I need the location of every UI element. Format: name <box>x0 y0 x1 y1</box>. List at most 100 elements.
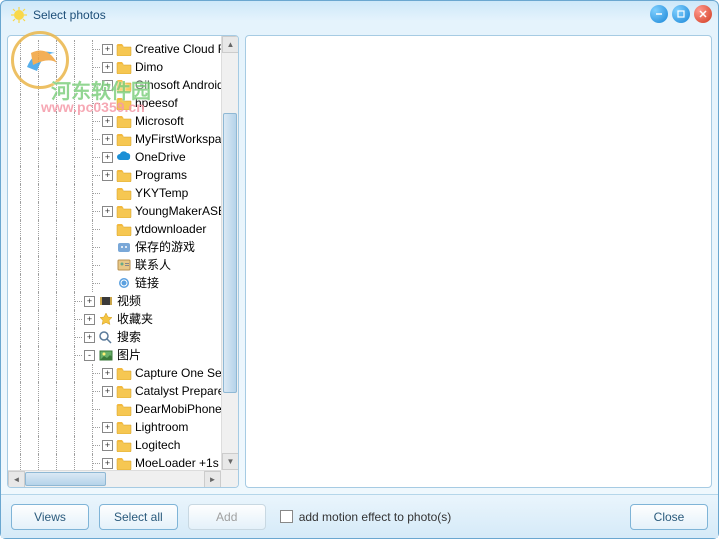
collapse-icon[interactable]: - <box>84 350 95 361</box>
expand-icon[interactable]: + <box>102 116 113 127</box>
folder-icon <box>116 420 132 434</box>
tree-item-label: DearMobiPhone <box>135 400 222 418</box>
tree-item[interactable]: 联系人 <box>12 256 238 274</box>
folder-icon <box>116 132 132 146</box>
tree-item[interactable]: hpeesof <box>12 94 238 112</box>
tree-item-label: 视频 <box>117 292 141 310</box>
contacts-icon <box>116 258 132 272</box>
tree-item-label: Catalyst Prepare <box>135 382 224 400</box>
folder-tree: +Creative Cloud Files+Dimo+Gihosoft Andr… <box>8 36 238 487</box>
scroll-right-button[interactable]: ► <box>204 471 221 488</box>
pictures-icon <box>98 348 114 362</box>
tree-item-label: Programs <box>135 166 187 184</box>
tree-item[interactable]: 链接 <box>12 274 238 292</box>
expand-icon[interactable]: + <box>102 422 113 433</box>
folder-icon <box>116 438 132 452</box>
app-icon <box>11 7 27 23</box>
tree-item-label: 保存的游戏 <box>135 238 195 256</box>
tree-item[interactable]: +Gihosoft Android Photo <box>12 76 238 94</box>
window-controls <box>650 5 712 23</box>
add-button[interactable]: Add <box>188 504 266 530</box>
tree-item[interactable]: +Capture One Se <box>12 364 238 382</box>
expand-icon[interactable]: + <box>84 296 95 307</box>
links-icon <box>116 276 132 290</box>
tree-item-label: hpeesof <box>135 94 178 112</box>
expand-icon[interactable]: + <box>102 206 113 217</box>
titlebar: Select photos <box>1 1 718 29</box>
maximize-button[interactable] <box>672 5 690 23</box>
tree-item[interactable]: +收藏夹 <box>12 310 238 328</box>
folder-icon <box>116 204 132 218</box>
favorites-icon <box>98 312 114 326</box>
views-button[interactable]: Views <box>11 504 89 530</box>
tree-item[interactable]: DearMobiPhone <box>12 400 238 418</box>
onedrive-icon <box>116 150 132 164</box>
folder-icon <box>116 366 132 380</box>
tree-item[interactable]: +YoungMakerASBloc <box>12 202 238 220</box>
tree-item-label: Lightroom <box>135 418 188 436</box>
expand-icon[interactable]: + <box>102 170 113 181</box>
expand-icon[interactable]: + <box>102 386 113 397</box>
folder-icon <box>116 96 132 110</box>
expand-icon[interactable]: + <box>102 80 113 91</box>
expand-icon[interactable]: + <box>102 368 113 379</box>
scroll-left-button[interactable]: ◄ <box>8 471 25 488</box>
minimize-button[interactable] <box>650 5 668 23</box>
tree-item[interactable]: +Dimo <box>12 58 238 76</box>
close-dialog-button[interactable]: Close <box>630 504 708 530</box>
expand-icon[interactable]: + <box>102 134 113 145</box>
motion-effect-label: add motion effect to photo(s) <box>299 510 452 524</box>
no-expand <box>102 188 113 199</box>
preview-panel <box>245 35 712 488</box>
tree-item-label: 搜索 <box>117 328 141 346</box>
tree-item[interactable]: YKYTemp <box>12 184 238 202</box>
folder-icon <box>116 168 132 182</box>
folder-icon <box>116 114 132 128</box>
folder-tree-panel: +Creative Cloud Files+Dimo+Gihosoft Andr… <box>7 35 239 488</box>
expand-icon[interactable]: + <box>102 44 113 55</box>
no-expand <box>102 260 113 271</box>
tree-item[interactable]: - 图片 <box>12 346 238 364</box>
tree-item[interactable]: +Microsoft <box>12 112 238 130</box>
folder-icon <box>116 456 132 470</box>
tree-item-label: 图片 <box>117 346 141 364</box>
tree-item[interactable]: 保存的游戏 <box>12 238 238 256</box>
expand-icon[interactable]: + <box>102 62 113 73</box>
expand-icon[interactable]: + <box>84 314 95 325</box>
tree-item[interactable]: +Creative Cloud Files <box>12 40 238 58</box>
motion-effect-checkbox[interactable] <box>280 510 293 523</box>
folder-icon <box>116 42 132 56</box>
select-all-button[interactable]: Select all <box>99 504 178 530</box>
tree-item[interactable]: + 搜索 <box>12 328 238 346</box>
tree-item[interactable]: + Catalyst Prepare <box>12 382 238 400</box>
horizontal-scroll-thumb[interactable] <box>25 472 106 486</box>
horizontal-scrollbar[interactable]: ◄ ► <box>8 470 221 487</box>
expand-icon[interactable]: + <box>102 152 113 163</box>
window-title: Select photos <box>33 8 106 22</box>
tree-item[interactable]: + OneDrive <box>12 148 238 166</box>
tree-item-label: 联系人 <box>135 256 171 274</box>
tree-item[interactable]: +Logitech <box>12 436 238 454</box>
close-button[interactable] <box>694 5 712 23</box>
folder-icon <box>116 78 132 92</box>
tree-item[interactable]: + Programs <box>12 166 238 184</box>
scroll-up-button[interactable]: ▲ <box>222 36 238 53</box>
tree-item-label: 链接 <box>135 274 159 292</box>
tree-item[interactable]: ytdownloader <box>12 220 238 238</box>
expand-icon[interactable]: + <box>102 440 113 451</box>
tree-scroll-area[interactable]: +Creative Cloud Files+Dimo+Gihosoft Andr… <box>8 36 238 487</box>
motion-effect-checkbox-wrap[interactable]: add motion effect to photo(s) <box>280 510 452 524</box>
vertical-scrollbar[interactable]: ▲ ▼ <box>221 36 238 470</box>
tree-item[interactable]: +MyFirstWorkspace_ <box>12 130 238 148</box>
expand-icon[interactable]: + <box>102 458 113 469</box>
tree-item[interactable]: + Lightroom <box>12 418 238 436</box>
scroll-down-button[interactable]: ▼ <box>222 453 238 470</box>
vertical-scroll-thumb[interactable] <box>223 113 237 393</box>
tree-item[interactable]: + 视频 <box>12 292 238 310</box>
folder-icon <box>116 402 132 416</box>
folder-icon <box>116 384 132 398</box>
expand-icon[interactable]: + <box>84 332 95 343</box>
tree-item-label: OneDrive <box>135 148 186 166</box>
no-expand <box>102 242 113 253</box>
select-photos-window: Select photos +Creative Cloud Files+Dimo… <box>0 0 719 539</box>
